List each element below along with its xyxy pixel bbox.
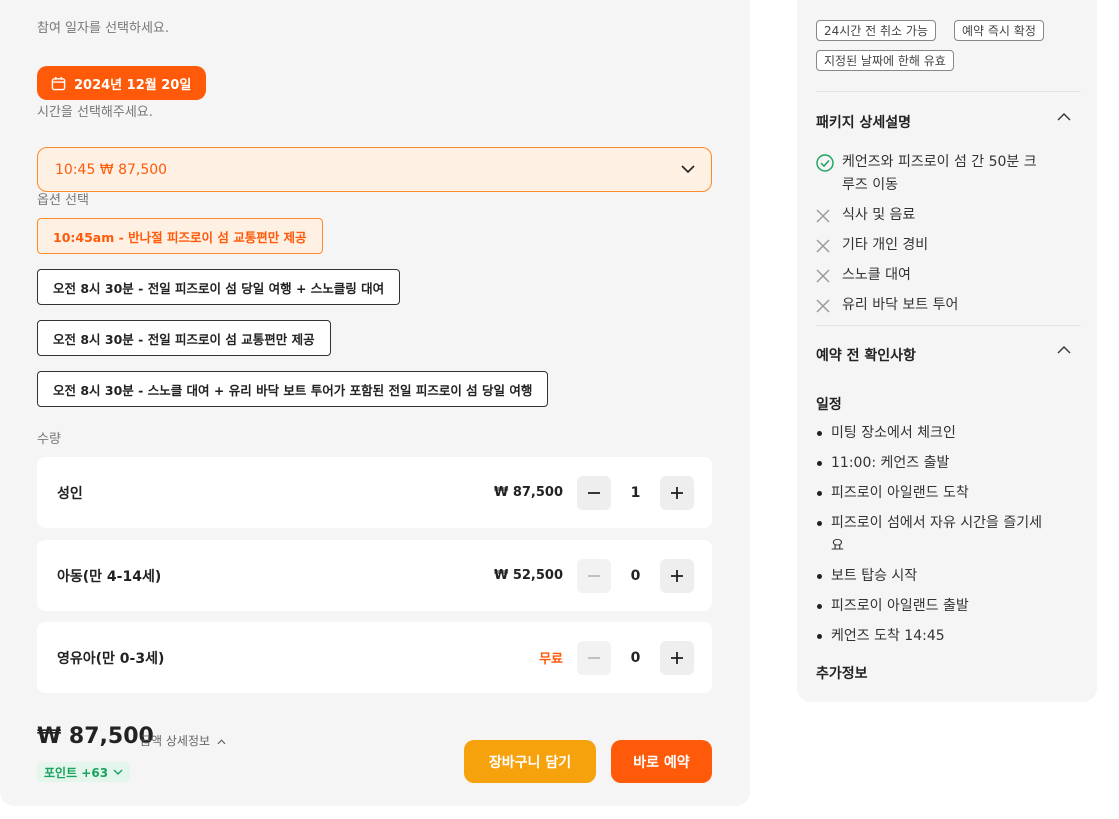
schedule-item: 피즈로이 아일랜드 출발	[816, 595, 1078, 618]
excluded-item-text: 유리 바닥 보트 투어	[842, 297, 959, 313]
price-detail-toggle[interactable]: 금액 상세정보	[140, 732, 226, 749]
option-button[interactable]: 오전 8시 30분 - 전일 피즈로이 섬 교통편만 제공	[37, 320, 331, 356]
quantity-row-label: 아동(만 4-14세)	[57, 568, 162, 585]
chevron-up-icon[interactable]	[1057, 113, 1071, 121]
decrement-button[interactable]	[577, 475, 611, 510]
quantity-value: 0	[630, 567, 641, 584]
date-label: 참여 일자를 선택하세요.	[37, 21, 169, 36]
time-select[interactable]: 10:45 ₩ 87,500	[37, 147, 712, 192]
quantity-label: 수량	[37, 432, 61, 447]
quantity-row-price: ₩ 87,500	[493, 485, 563, 500]
quantity-row-infant: 영유아(만 0-3세) 무료 0	[37, 622, 712, 693]
excluded-item-text: 스노클 대여	[842, 267, 911, 283]
schedule-item-text: 케언즈 도착 14:45	[831, 628, 945, 644]
points-badge[interactable]: 포인트 +63	[37, 762, 131, 782]
schedule-item-text: 피즈로이 섬에서 자유 시간을 즐기세요	[831, 512, 1042, 558]
divider	[816, 325, 1081, 326]
schedule-item-text: 11:00: 케언즈 출발	[831, 455, 950, 471]
option-button[interactable]: 오전 8시 30분 - 전일 피즈로이 섬 당일 여행 + 스노클링 대여	[37, 269, 401, 305]
close-icon	[816, 299, 830, 312]
schedule-item-line: 피즈로이 섬에서 자유 시간을 즐기세	[831, 515, 1042, 531]
schedule-item-text: 보트 탑승 시작	[831, 568, 918, 584]
schedule-item: 피즈로이 섬에서 자유 시간을 즐기세요	[816, 512, 1078, 558]
quantity-row-price: ₩ 52,500	[493, 568, 563, 583]
minus-icon	[588, 574, 600, 577]
schedule-item: 피즈로이 아일랜드 도착	[816, 482, 1078, 505]
book-now-button[interactable]: 바로 예약	[611, 740, 712, 783]
date-value: 2024년 12월 20일	[74, 77, 192, 93]
time-label: 시간을 선택해주세요.	[37, 105, 153, 120]
schedule-item: 11:00: 케언즈 출발	[816, 452, 1078, 475]
excluded-item-text: 식사 및 음료	[842, 207, 916, 223]
excluded-item: 유리 바닥 보트 투어	[816, 294, 1076, 317]
price-detail-label: 금액 상세정보	[140, 734, 211, 748]
plus-icon	[671, 651, 683, 664]
chevron-up-icon[interactable]	[1057, 346, 1071, 354]
schedule-item-text: 피즈로이 아일랜드 출발	[831, 598, 969, 614]
quantity-row-label: 영유아(만 0-3세)	[57, 650, 165, 667]
calendar-icon	[51, 76, 66, 90]
decrement-button[interactable]	[577, 558, 611, 593]
increment-button[interactable]	[660, 640, 694, 675]
quantity-value: 1	[630, 484, 641, 501]
close-icon	[816, 269, 830, 282]
time-value: 10:45 ₩ 87,500	[55, 161, 168, 178]
close-icon	[816, 239, 830, 252]
minus-icon	[588, 491, 600, 494]
quantity-row-label: 성인	[57, 485, 83, 502]
included-item-text: 케언즈와 피즈로이 섬 간 50분 크 루즈 이동	[842, 151, 1037, 197]
check-circle-icon	[816, 153, 834, 172]
excluded-item-text: 기타 개인 경비	[842, 237, 929, 253]
chevron-up-icon	[217, 739, 226, 745]
schedule-item-text: 피즈로이 아일랜드 도착	[831, 485, 969, 501]
excluded-item: 스노클 대여	[816, 264, 1076, 287]
tag-badge: 예약 즉시 확정	[954, 20, 1044, 41]
package-detail-title[interactable]: 패키지 상세설명	[816, 112, 911, 132]
extra-info-title: 추가정보	[816, 666, 868, 682]
add-to-cart-button[interactable]: 장바구니 담기	[464, 740, 596, 783]
option-label: 옵션 선택	[37, 193, 89, 208]
schedule-item: 보트 탑승 시작	[816, 565, 1078, 588]
tag-badge: 지정된 날짜에 한해 유효	[816, 50, 954, 71]
included-item: 케언즈와 피즈로이 섬 간 50분 크 루즈 이동	[816, 151, 1076, 197]
schedule-item-line: 요	[831, 538, 844, 554]
plus-icon	[671, 569, 683, 582]
included-item-line: 루즈 이동	[842, 177, 898, 193]
schedule-item: 케언즈 도착 14:45	[816, 625, 1078, 648]
minus-icon	[588, 656, 600, 659]
increment-button[interactable]	[660, 475, 694, 510]
schedule-item: 미팅 장소에서 체크인	[816, 422, 1078, 445]
close-icon	[816, 209, 830, 222]
schedule-item-text: 미팅 장소에서 체크인	[831, 425, 956, 441]
divider	[816, 91, 1081, 92]
plus-icon	[671, 486, 683, 499]
total-price: ₩ 87,500	[37, 724, 154, 749]
chevron-down-icon	[113, 769, 123, 775]
notice-title[interactable]: 예약 전 확인사항	[816, 345, 916, 365]
chevron-down-icon	[681, 165, 695, 174]
quantity-row-price: 무료	[539, 652, 563, 667]
excluded-item: 기타 개인 경비	[816, 234, 1076, 257]
points-label: 포인트 +63	[44, 765, 109, 780]
quantity-value: 0	[630, 649, 641, 666]
quantity-row-adult: 성인 ₩ 87,500 1	[37, 457, 712, 528]
included-item-line: 케언즈와 피즈로이 섬 간 50분 크	[842, 154, 1037, 170]
increment-button[interactable]	[660, 558, 694, 593]
tag-badge: 24시간 전 취소 가능	[816, 20, 936, 41]
decrement-button[interactable]	[577, 640, 611, 675]
option-button[interactable]: 10:45am - 반나절 피즈로이 섬 교통편만 제공	[37, 218, 323, 254]
quantity-row-child: 아동(만 4-14세) ₩ 52,500 0	[37, 540, 712, 611]
excluded-item: 식사 및 음료	[816, 204, 1076, 227]
option-button[interactable]: 오전 8시 30분 - 스노클 대여 + 유리 바닥 보트 투어가 포함된 전일…	[37, 371, 549, 407]
date-picker-button[interactable]: 2024년 12월 20일	[37, 66, 207, 100]
schedule-title: 일정	[816, 397, 842, 413]
